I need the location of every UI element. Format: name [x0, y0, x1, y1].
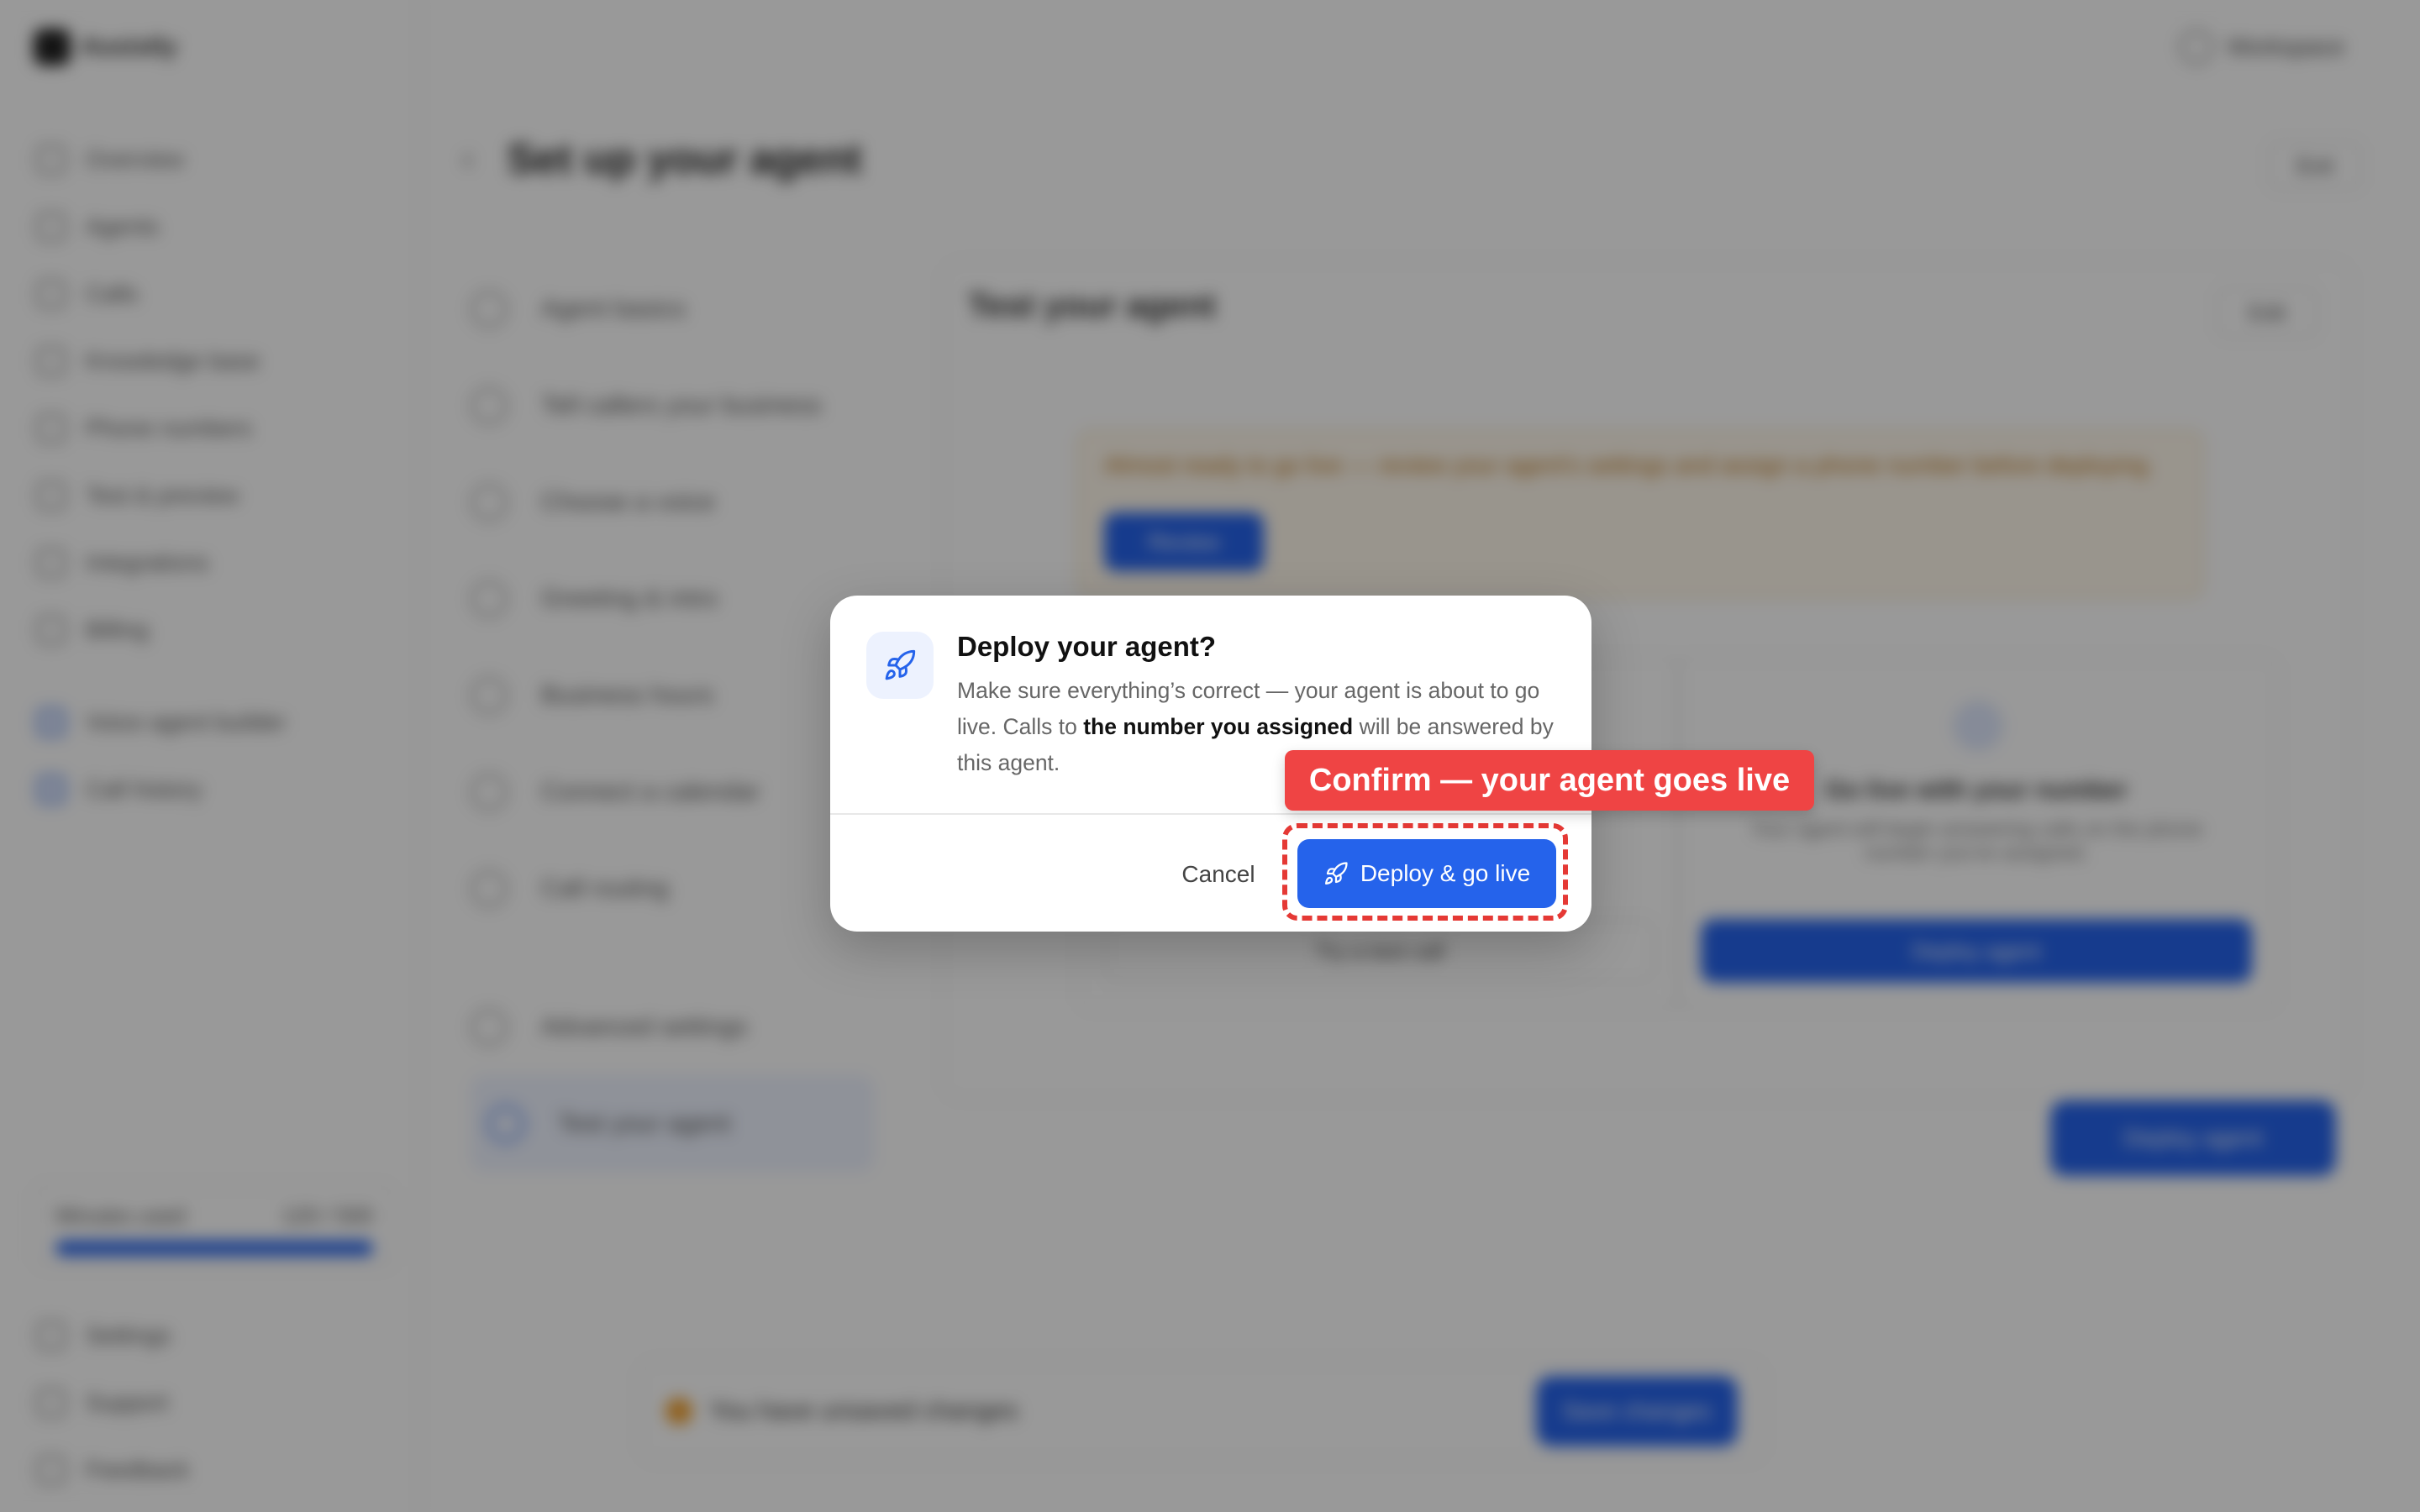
dialog-divider	[830, 813, 1591, 815]
annotation-highlight	[1282, 823, 1568, 921]
dialog-body-emphasis: the number you assigned	[1083, 714, 1354, 739]
annotation-callout: Confirm — your agent goes live	[1285, 750, 1814, 811]
dialog-title: Deploy your agent?	[957, 631, 1217, 662]
rocket-icon	[866, 632, 934, 699]
cancel-button[interactable]: Cancel	[1176, 849, 1260, 900]
